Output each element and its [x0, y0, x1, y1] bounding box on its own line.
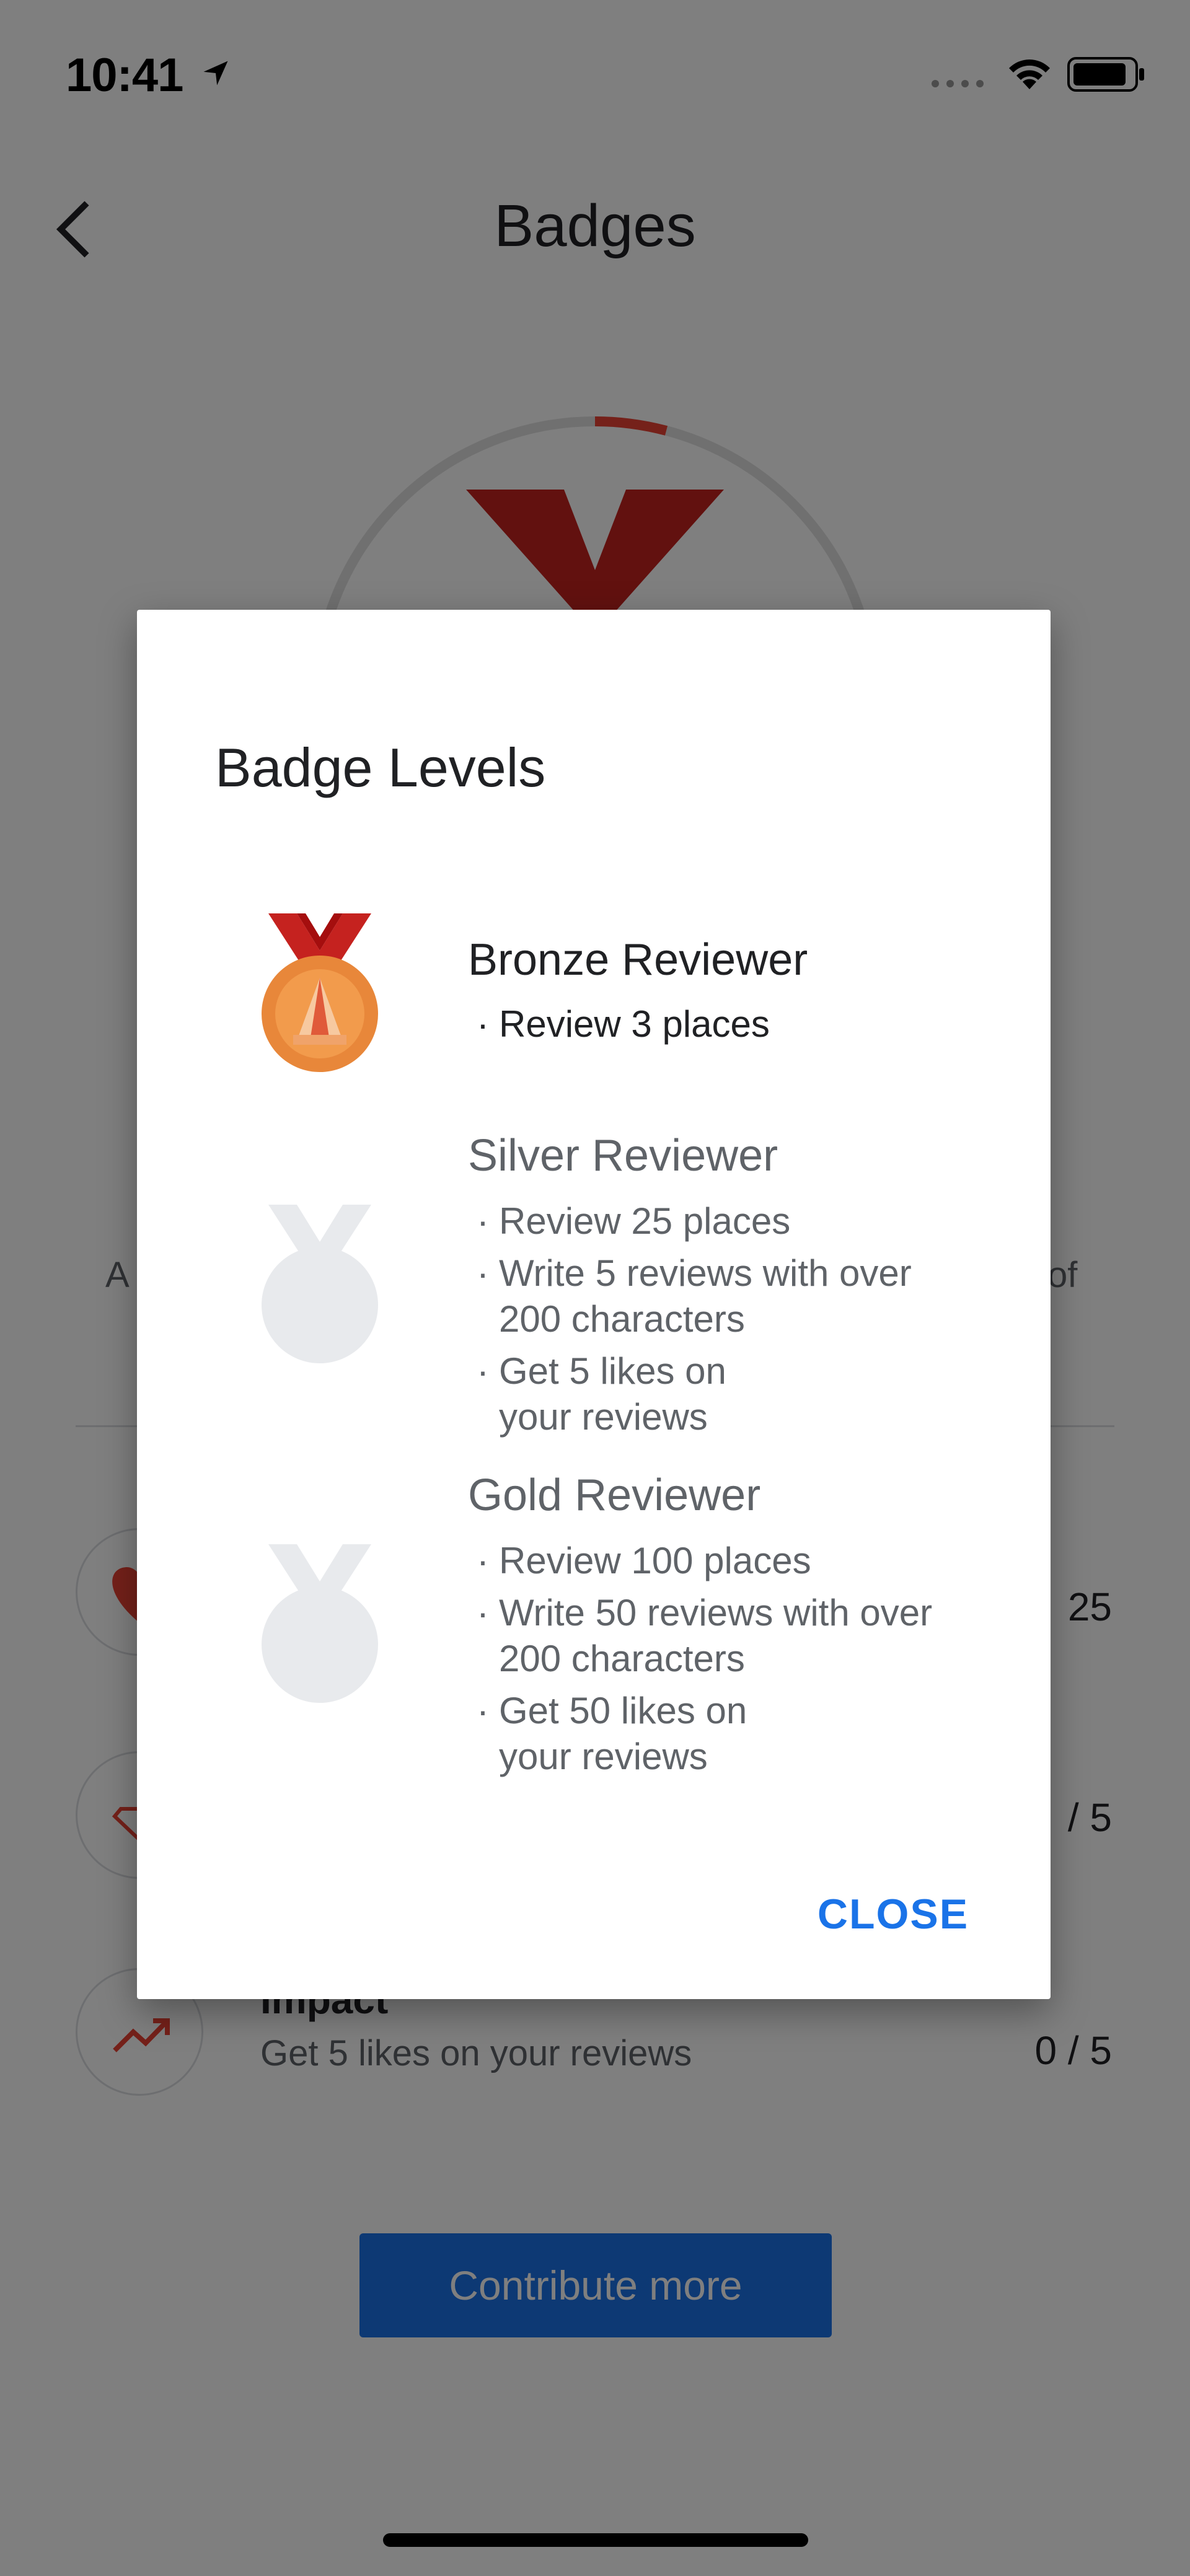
- bullet: ·: [477, 1200, 489, 1242]
- requirement-text: Review 3 places: [499, 1003, 770, 1045]
- level-name: Bronze Reviewer: [468, 935, 808, 985]
- locked-silver-medal-icon: [262, 1205, 378, 1363]
- level-name: Silver Reviewer: [468, 1131, 778, 1180]
- requirement-text: Review 25 places: [499, 1200, 791, 1242]
- bronze-medal-icon: [262, 913, 378, 1072]
- requirement-text: Get 50 likes on your reviews: [499, 1690, 747, 1777]
- bullet: ·: [477, 1690, 489, 1731]
- requirement-text: Write 5 reviews with over 200 characters: [499, 1252, 912, 1340]
- bullet: ·: [477, 1350, 489, 1392]
- bullet: ·: [477, 1003, 489, 1045]
- bullet: ·: [477, 1592, 489, 1633]
- requirement-text: Review 100 places: [499, 1540, 811, 1581]
- locked-gold-medal-icon: [262, 1544, 378, 1703]
- requirement-text: Write 50 reviews with over 200 character…: [499, 1592, 933, 1679]
- dialog-title: Badge Levels: [215, 737, 546, 798]
- bullet: ·: [477, 1252, 489, 1294]
- level-name: Gold Reviewer: [468, 1470, 761, 1520]
- requirement-text: Get 5 likes on your reviews: [499, 1350, 726, 1438]
- bullet: ·: [477, 1540, 489, 1581]
- badge-levels-dialog: Badge Levels Bronze Reviewer · Review 3 …: [137, 610, 1051, 1999]
- close-button[interactable]: CLOSE: [788, 1880, 998, 1948]
